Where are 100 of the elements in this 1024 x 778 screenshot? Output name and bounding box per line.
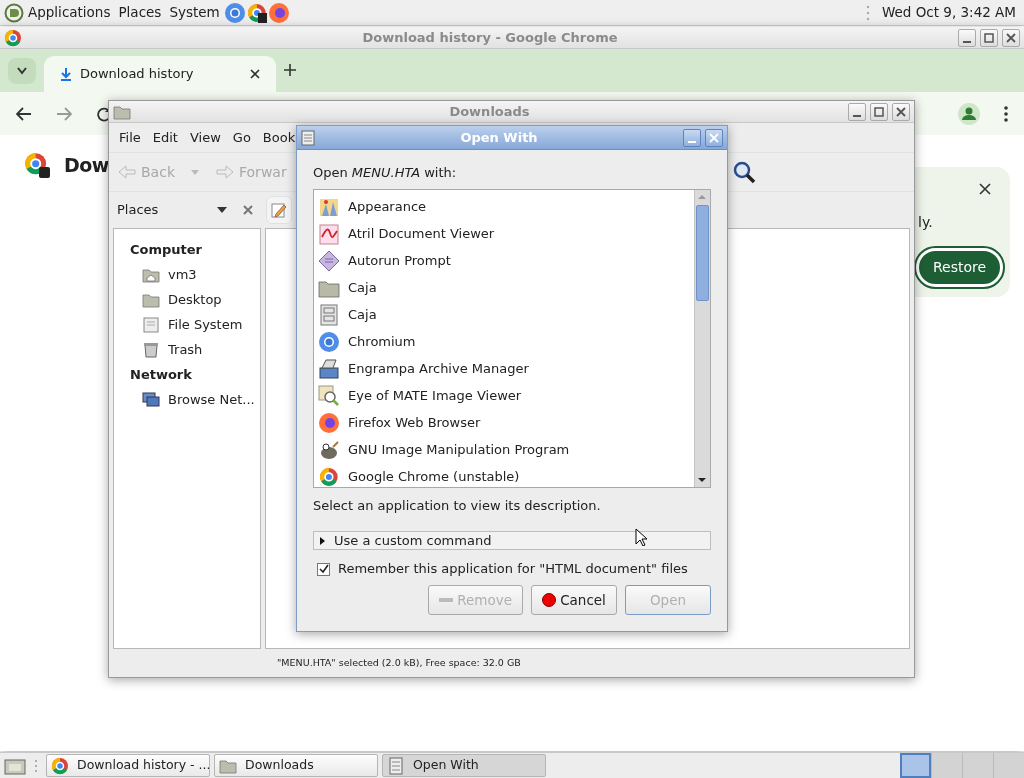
expander-arrow-icon: [318, 535, 326, 546]
maximize-icon: [873, 105, 885, 118]
close-icon[interactable]: [979, 183, 991, 195]
chrome-downloads-logo-icon: [24, 152, 50, 179]
custom-command-expander[interactable]: Use a custom command: [313, 531, 711, 550]
panel-menu[interactable]: Applications: [24, 2, 115, 23]
dropdown-arrow-icon[interactable]: [217, 207, 227, 213]
back-icon[interactable]: [16, 106, 32, 121]
menu-item[interactable]: View: [183, 127, 227, 148]
more-menu-icon[interactable]: [1004, 105, 1008, 122]
sidebar-item[interactable]: vm3: [114, 262, 260, 287]
dialog-icon: [387, 756, 405, 775]
maximize-icon: [983, 31, 995, 44]
app-list-item[interactable]: Chromium: [314, 328, 694, 356]
firefox-icon: [318, 412, 340, 434]
minimize-button[interactable]: [683, 128, 701, 147]
tab-list-button[interactable]: [8, 58, 36, 84]
status-text: "MENU.HTA" selected (2.0 kB), Free space: 32.0 GB: [277, 655, 521, 670]
close-icon[interactable]: [250, 69, 260, 79]
description-text: Select an application to view its description.: [313, 496, 602, 515]
minimize-icon: [853, 114, 861, 117]
taskbar-button[interactable]: Download history - ...: [46, 754, 210, 777]
magnifier-icon: [318, 385, 340, 407]
workspace-switcher-cell[interactable]: [993, 753, 1024, 778]
download-icon: [60, 67, 72, 81]
close-button[interactable]: [892, 102, 910, 121]
close-icon: [1005, 31, 1017, 44]
maximize-button[interactable]: [870, 102, 888, 121]
cancel-button[interactable]: Cancel: [531, 585, 617, 615]
sidebar-heading: Network: [129, 366, 193, 384]
pane-selector[interactable]: Places: [117, 200, 217, 220]
window-title: Downloads: [448, 102, 531, 121]
checkbox[interactable]: [317, 562, 330, 576]
scroll-thumb[interactable]: [696, 204, 709, 301]
search-icon[interactable]: [732, 160, 756, 184]
window-title: Open With: [459, 128, 539, 147]
app-list-item[interactable]: GNU Image Manipulation Program: [314, 436, 694, 464]
firefox-launcher-icon[interactable]: [267, 1, 290, 24]
taskbar-button[interactable]: Open With: [382, 754, 546, 777]
close-button[interactable]: [1002, 28, 1020, 47]
maximize-button[interactable]: [980, 28, 998, 47]
file-cabinet-icon: [318, 304, 340, 326]
trash-icon: [142, 340, 160, 359]
sidebar-item[interactable]: Desktop: [114, 287, 260, 312]
menu-item[interactable]: Go: [226, 127, 257, 148]
menu-item[interactable]: File: [113, 127, 147, 148]
checkbox-label: Remember this application for "HTML document" files: [338, 560, 688, 579]
edit-icon: [271, 202, 287, 218]
app-list-item[interactable]: Appearance: [314, 193, 694, 221]
notice-text: ly.: [918, 213, 933, 232]
app-list-item[interactable]: Eye of MATE Image Viewer: [314, 382, 694, 410]
mouse-pointer-icon: [635, 528, 647, 546]
dialog-icon: [301, 129, 315, 146]
app-list-item[interactable]: Engrampa Archive Manager: [314, 355, 694, 383]
chromium-launcher-icon[interactable]: [223, 1, 246, 24]
browser-tab[interactable]: Download history: [44, 56, 276, 92]
chrome-icon: [51, 756, 69, 775]
workspace-switcher-cell[interactable]: [962, 753, 993, 778]
close-button[interactable]: [705, 128, 723, 147]
restore-button[interactable]: Restore: [916, 248, 1004, 287]
close-icon: [708, 131, 720, 144]
mate-logo-icon[interactable]: [4, 2, 24, 23]
chrome-launcher-icon[interactable]: [245, 1, 268, 24]
tab-label: Download history: [80, 65, 195, 84]
minimize-button[interactable]: [958, 28, 976, 47]
app-list-item[interactable]: Caja: [314, 301, 694, 329]
separator-handle-icon: [865, 3, 870, 22]
workspace-switcher-cell[interactable]: [900, 753, 931, 778]
profile-avatar-icon[interactable]: [958, 102, 980, 125]
taskbar-button[interactable]: Downloads: [214, 754, 378, 777]
document-viewer-icon: [318, 223, 340, 245]
close-icon: [895, 105, 907, 118]
minus-icon: [439, 597, 454, 603]
minimize-icon: [688, 140, 696, 143]
new-tab-icon[interactable]: [284, 64, 296, 76]
workspace-switcher-cell[interactable]: [931, 753, 962, 778]
app-list-item[interactable]: Firefox Web Browser: [314, 409, 694, 437]
page-title: Dow: [64, 153, 109, 178]
sidebar-item[interactable]: Trash: [114, 337, 260, 362]
forward-icon[interactable]: [56, 106, 72, 121]
chromium-icon: [318, 331, 340, 353]
sidebar-item[interactable]: File System: [114, 312, 260, 337]
app-list-item[interactable]: Google Chrome (unstable): [314, 463, 694, 491]
app-list-item[interactable]: Autorun Prompt: [314, 247, 694, 275]
window-title: Download history - Google Chrome: [361, 28, 619, 47]
dialog-prompt: Open MENU.HTA with:: [313, 164, 458, 182]
panel-menu[interactable]: System: [165, 2, 224, 23]
clock[interactable]: Wed Oct 9, 3:42 AM: [877, 2, 1020, 23]
menu-item[interactable]: Edit: [146, 127, 184, 148]
edit-location-button[interactable]: [266, 196, 292, 224]
sidebar-item[interactable]: Browse Net...: [114, 387, 260, 412]
minimize-button[interactable]: [848, 102, 866, 121]
sidebar-heading: Computer: [129, 241, 204, 259]
scrollbar[interactable]: [694, 189, 710, 487]
archive-icon: [318, 358, 340, 380]
computer-network-icon: [142, 390, 160, 409]
app-list-item[interactable]: Caja: [314, 274, 694, 302]
chevron-down-icon: [17, 67, 27, 75]
panel-menu[interactable]: Places: [114, 2, 166, 23]
app-list-item[interactable]: Atril Document Viewer: [314, 220, 694, 248]
